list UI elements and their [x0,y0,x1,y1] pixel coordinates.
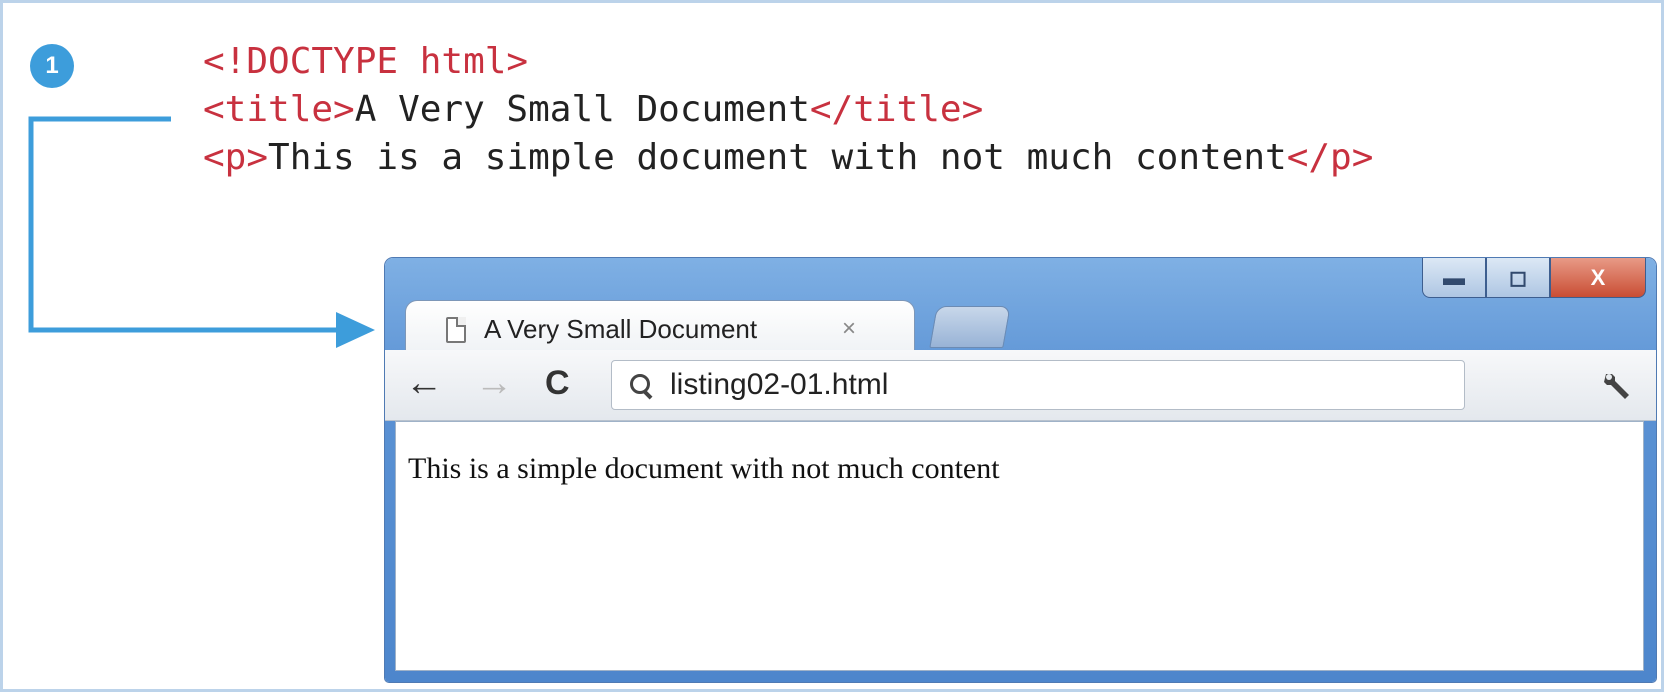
title-open-tag: <title> [203,89,355,130]
new-tab-button[interactable] [929,306,1011,348]
minimize-button[interactable]: ▬ [1422,258,1486,298]
browser-window: ▬ ◻ X A Very Small Document × ← → C list… [385,258,1656,682]
p-open-tag: <p> [203,137,269,178]
maximize-button[interactable]: ◻ [1486,258,1550,298]
p-text: This is a simple document with not much … [268,137,1287,178]
reload-icon[interactable]: C [545,364,570,403]
tab-close-icon[interactable]: × [842,315,856,343]
search-icon [628,372,654,400]
title-close-tag: </title> [809,89,984,130]
address-text: listing02-01.html [670,368,889,401]
code-line-2: <title>A Very Small Document</title> [203,86,1373,134]
address-bar[interactable]: listing02-01.html [611,360,1465,410]
back-icon[interactable]: ← [405,362,443,405]
step-badge: 1 [30,44,74,88]
code-listing: <!DOCTYPE html> <title>A Very Small Docum… [203,38,1373,182]
content-paragraph: This is a simple document with not much … [408,452,1000,485]
p-close-tag: </p> [1286,137,1374,178]
code-line-1: <!DOCTYPE html> [203,38,1373,86]
browser-toolbar: ← → C listing02-01.html [385,350,1656,421]
wrench-icon[interactable] [1600,368,1634,411]
tab-title: A Very Small Document [484,314,758,344]
doctype-tag: <!DOCTYPE html> [203,41,529,82]
page-icon [446,316,466,343]
close-window-button[interactable]: X [1550,258,1646,298]
page-content: This is a simple document with not much … [395,421,1644,671]
code-line-3: <p>This is a simple document with not mu… [203,134,1373,182]
window-controls: ▬ ◻ X [1422,258,1646,300]
forward-icon[interactable]: → [475,362,513,405]
title-text: A Very Small Document [354,89,810,130]
